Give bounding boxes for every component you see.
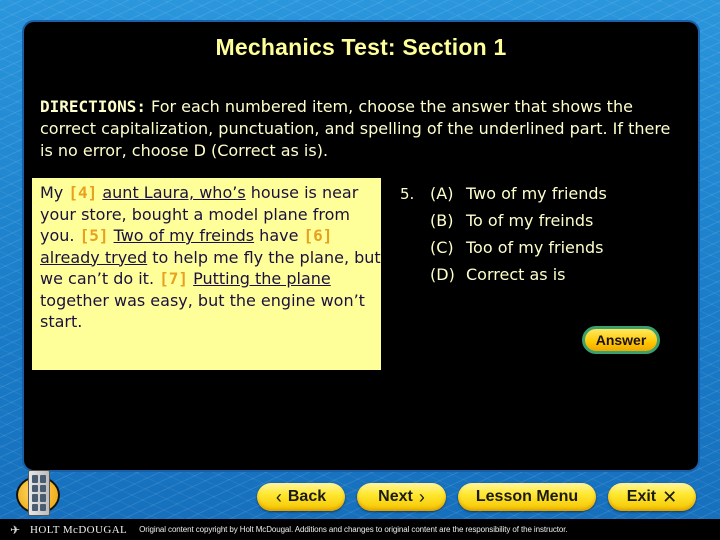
next-button[interactable]: Next › xyxy=(357,483,446,511)
option-d[interactable]: (D) Correct as is xyxy=(400,261,607,288)
option-c[interactable]: (C) Too of my friends xyxy=(400,234,607,261)
option-b[interactable]: (B) To of my freinds xyxy=(400,207,607,234)
passage-text: have xyxy=(254,226,304,245)
directions: DIRECTIONS: For each numbered item, choo… xyxy=(40,96,680,162)
question-number: 5. xyxy=(400,184,415,203)
underlined-part: aunt Laura, who’s xyxy=(102,183,246,202)
option-text: To of my freinds xyxy=(466,211,594,230)
underlined-part: Two of my freinds xyxy=(113,226,255,245)
option-text: Correct as is xyxy=(466,265,566,284)
option-letter: (A) xyxy=(430,184,454,203)
remote-control-icon[interactable] xyxy=(14,470,64,516)
exit-label: Exit xyxy=(626,488,657,505)
back-label: Back xyxy=(287,488,327,505)
answer-button[interactable]: Answer xyxy=(582,326,660,354)
holt-mcdougal-logo-icon: ✈ xyxy=(10,522,21,537)
item-number: [7] xyxy=(159,269,189,288)
close-icon: ✕ xyxy=(662,486,678,507)
underlined-part: already tryed xyxy=(40,247,148,267)
option-letter: (B) xyxy=(430,211,454,230)
brand-name: HOLT McDOUGAL xyxy=(30,523,128,536)
option-a[interactable]: 5. (A) Two of my friends xyxy=(400,180,607,207)
item-number: [6] xyxy=(303,226,333,245)
page-title: Mechanics Test: Section 1 xyxy=(215,34,507,60)
passage-text: together was easy, but the engine won’t … xyxy=(40,290,365,332)
option-letter: (D) xyxy=(430,265,455,284)
next-label: Next xyxy=(378,488,413,505)
content-panel: Mechanics Test: Section 1 DIRECTIONS: Fo… xyxy=(24,22,698,470)
footer: ✈ HOLT McDOUGAL Original content copyrig… xyxy=(0,519,720,540)
passage-text: My xyxy=(40,183,69,202)
lesson-menu-button[interactable]: Lesson Menu xyxy=(458,483,596,511)
item-number: [4] xyxy=(68,183,98,202)
exit-button[interactable]: Exit ✕ xyxy=(608,483,696,511)
passage-box: My [4] aunt Laura, who’s house is near y… xyxy=(32,178,381,370)
option-letter: (C) xyxy=(430,238,454,257)
item-number: [5] xyxy=(79,226,109,245)
chevron-right-icon: › xyxy=(418,486,425,507)
lesson-menu-label: Lesson Menu xyxy=(475,488,579,505)
directions-label: DIRECTIONS: xyxy=(40,97,146,116)
question-5: 5. (A) Two of my friends (B) To of my fr… xyxy=(400,180,607,288)
option-text: Two of my friends xyxy=(466,184,607,203)
chevron-left-icon: ‹ xyxy=(275,486,282,507)
underlined-part: Putting the plane xyxy=(193,269,331,288)
copyright-notice: Original content copyright by Holt McDou… xyxy=(139,525,568,534)
back-button[interactable]: ‹ Back xyxy=(257,483,345,511)
option-text: Too of my friends xyxy=(466,238,604,257)
